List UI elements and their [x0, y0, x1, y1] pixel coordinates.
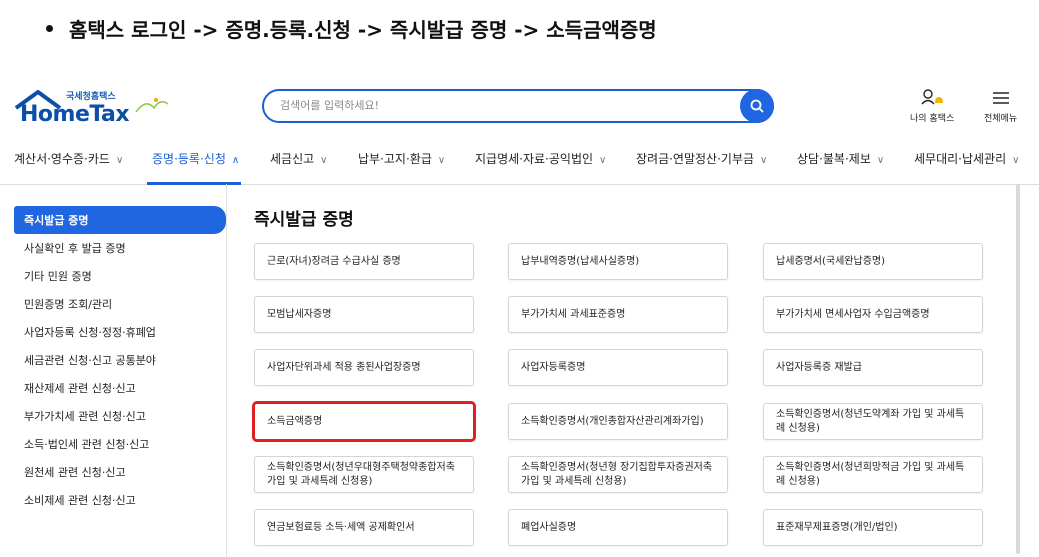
- chevron-down-icon: ∨: [115, 155, 124, 166]
- hometax-logo[interactable]: 국세청홈택스 HomeTax: [14, 90, 169, 127]
- caption-text: 홈택스 로그인 -> 증명.등록.신청 -> 즉시발급 증명 -> 소득금액증명: [69, 18, 657, 42]
- gnb-item-agent[interactable]: 세무대리·납세관리 ∨: [914, 150, 1019, 167]
- chevron-up-icon: ∧: [231, 155, 240, 166]
- cert-card[interactable]: 소득확인증명서(청년도약계좌 가입 및 과세특례 신청용): [763, 403, 983, 440]
- sidebar-item-instant-issue[interactable]: 즉시발급 증명: [14, 206, 226, 234]
- sidebar: 즉시발급 증명 사실확인 후 발급 증명 기타 민원 증명 민원증명 조회/관리…: [14, 206, 226, 514]
- section-title: 즉시발급 증명: [254, 210, 354, 230]
- sidebar-item-business-reg[interactable]: 사업자등록 신청·정정·휴폐업: [14, 318, 226, 346]
- sidebar-item-income-corp[interactable]: 소득·법인세 관련 신청·신고: [14, 430, 226, 458]
- cert-card[interactable]: 근로(자녀)장려금 수급사실 증명: [254, 243, 474, 280]
- sidebar-item-civil-manage[interactable]: 민원증명 조회/관리: [14, 290, 226, 318]
- gnb-item-incentive[interactable]: 장려금·연말정산·기부금 ∨: [636, 150, 767, 167]
- chevron-down-icon: ∨: [437, 155, 446, 166]
- chevron-down-icon: ∨: [1012, 155, 1020, 166]
- chevron-down-icon: ∨: [599, 155, 607, 166]
- gnb-item-tax-return[interactable]: 세금신고 ∨: [270, 150, 328, 167]
- sidebar-item-other-civil[interactable]: 기타 민원 증명: [14, 262, 226, 290]
- cert-card[interactable]: 소득확인증명서(청년희망적금 가입 및 과세특례 신청용): [763, 456, 983, 493]
- cert-card[interactable]: 표준재무제표증명(개인/법인): [763, 509, 983, 546]
- cert-card[interactable]: 모범납세자증명: [254, 296, 474, 333]
- cert-card[interactable]: 부가가치세 면세사업자 수입금액증명: [763, 296, 983, 333]
- logo-wordmark: HomeTax: [20, 102, 130, 127]
- global-nav: 계산서·영수증·카드 ∨ 증명·등록·신청 ∧ 세금신고 ∨ 납부·고지·환급 ∨ 지급…: [0, 148, 1039, 185]
- cert-card[interactable]: 소득확인증명서(청년형 장기집합투자증권저축 가입 및 과세특례 신청용): [508, 456, 728, 493]
- chevron-down-icon: ∨: [320, 155, 328, 166]
- user-bell-icon: [921, 89, 944, 105]
- search-bar[interactable]: [262, 89, 774, 123]
- chevron-down-icon: ∨: [876, 155, 885, 166]
- gnb-item-certificate[interactable]: 증명·등록·신청 ∧: [152, 150, 239, 167]
- gnb-item-consult[interactable]: 상담·불복·제보 ∨: [797, 150, 884, 167]
- cert-card[interactable]: 연금보험료등 소득·세액 공제확인서: [254, 509, 474, 546]
- cert-card[interactable]: 폐업사실증명: [508, 509, 728, 546]
- sidebar-item-tax-common[interactable]: 세금관련 신청·신고 공통분야: [14, 346, 226, 374]
- my-hometax-button[interactable]: 나의 홈택스: [910, 88, 954, 124]
- cert-card[interactable]: 납부내역증명(납세사실증명): [508, 243, 728, 280]
- search-icon: [750, 99, 764, 113]
- income-amount-cert-card[interactable]: 소득금액증명: [252, 401, 476, 442]
- sidebar-item-property-tax[interactable]: 재산제세 관련 신청·신고: [14, 374, 226, 402]
- bullet-dot: [46, 25, 53, 32]
- hamburger-menu-icon: [992, 92, 1009, 104]
- cert-card[interactable]: 사업자단위과세 적용 종된사업장증명: [254, 349, 474, 386]
- scrollbar[interactable]: [1016, 184, 1020, 554]
- search-input[interactable]: [278, 98, 722, 113]
- all-menu-label: 전체메뉴: [984, 114, 1018, 124]
- cert-card[interactable]: 납세증명서(국세완납증명): [763, 243, 983, 280]
- cert-card[interactable]: 사업자등록증 재발급: [763, 349, 983, 386]
- sidebar-item-fact-check[interactable]: 사실확인 후 발급 증명: [14, 234, 226, 262]
- sidebar-item-consumption[interactable]: 소비제세 관련 신청·신고: [14, 486, 226, 514]
- sidebar-divider: [226, 184, 227, 557]
- leaf-decoration-icon: [135, 98, 169, 113]
- instruction-caption: 홈택스 로그인 -> 증명.등록.신청 -> 즉시발급 증명 -> 소득금액증명: [46, 14, 657, 43]
- sidebar-item-vat[interactable]: 부가가치세 관련 신청·신고: [14, 402, 226, 430]
- gnb-item-invoice[interactable]: 계산서·영수증·카드 ∨: [14, 150, 123, 167]
- logo-subtitle: 국세청홈택스: [66, 92, 116, 102]
- my-hometax-label: 나의 홈택스: [910, 114, 955, 124]
- chevron-down-icon: ∨: [760, 155, 768, 166]
- gnb-item-payment[interactable]: 납부·고지·환급 ∨: [358, 150, 445, 167]
- cert-card[interactable]: 부가가치세 과세표준증명: [508, 296, 728, 333]
- cert-card[interactable]: 소득확인증명서(개인종합자산관리계좌가입): [508, 403, 728, 440]
- sidebar-item-withholding[interactable]: 원천세 관련 신청·신고: [14, 458, 226, 486]
- cert-card[interactable]: 소득확인증명서(청년우대형주택청약종합저축 가입 및 과세특례 신청용): [254, 456, 474, 493]
- gnb-item-statement[interactable]: 지급명세·자료·공익법인 ∨: [475, 150, 606, 167]
- cert-card[interactable]: 사업자등록증명: [508, 349, 728, 386]
- all-menu-button[interactable]: 전체메뉴: [984, 88, 1017, 124]
- search-button[interactable]: [740, 89, 774, 123]
